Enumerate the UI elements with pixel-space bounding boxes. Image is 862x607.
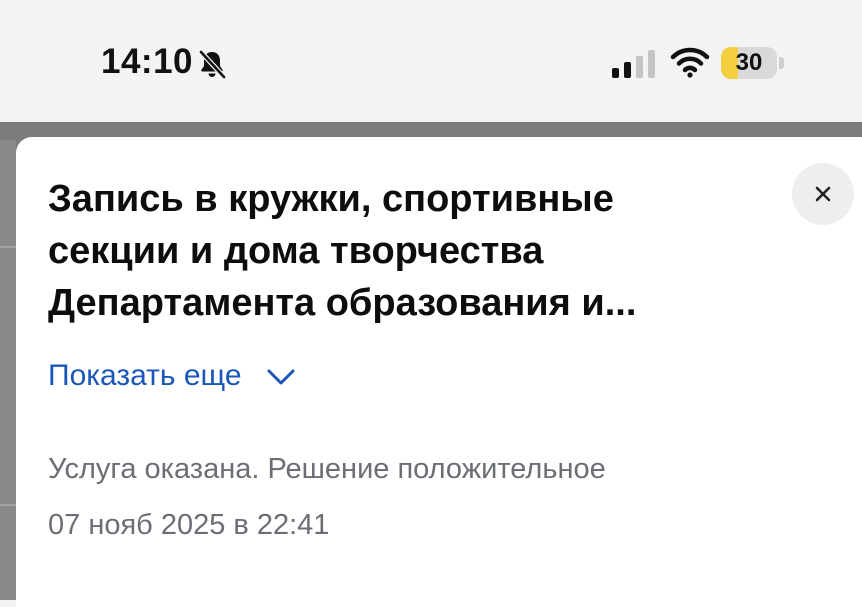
chevron-down-icon [267, 369, 295, 385]
divider [0, 246, 16, 248]
status-time: 14:10 [101, 42, 194, 81]
show-more-link[interactable]: Показать еще [48, 359, 296, 393]
divider [0, 504, 16, 506]
battery-indicator: 30 [721, 47, 777, 79]
battery-cap [779, 57, 784, 69]
close-button[interactable] [792, 163, 854, 225]
battery-level: 30 [735, 49, 763, 76]
wifi-icon [670, 47, 710, 78]
close-icon [815, 186, 831, 202]
signal-icon [612, 50, 655, 78]
service-status: Услуга оказана. Решение положительное [48, 453, 606, 485]
show-more-label: Показать еще [48, 359, 242, 392]
bell-off-icon [199, 50, 226, 79]
service-date: 07 нояб 2025 в 22:41 [48, 509, 330, 541]
status-bar: 14:10 30 [0, 0, 862, 122]
background-content-edge [0, 140, 16, 600]
service-detail-sheet: Запись в кружки, спортивные секции и дом… [16, 137, 862, 607]
service-title: Запись в кружки, спортивные секции и дом… [48, 178, 637, 324]
